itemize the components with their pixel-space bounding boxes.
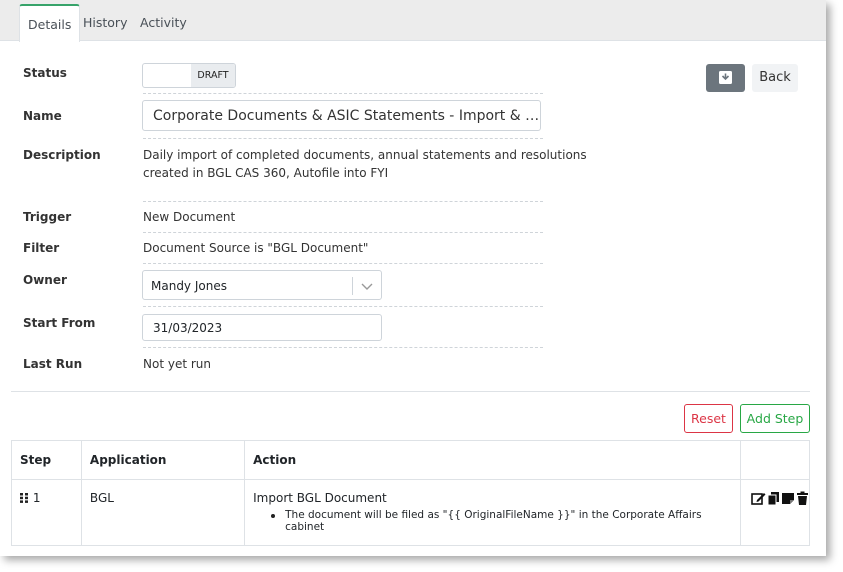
archive-button[interactable] xyxy=(706,64,745,92)
divider xyxy=(143,232,543,233)
copy-icon[interactable] xyxy=(767,491,780,506)
header-action: Action xyxy=(244,440,741,480)
trash-icon[interactable] xyxy=(796,491,809,506)
header-tools xyxy=(740,440,810,480)
archive-icon xyxy=(719,71,732,84)
trigger-value: New Document xyxy=(143,210,236,224)
status-label: Status xyxy=(23,66,67,80)
status-toggle[interactable]: DRAFT xyxy=(142,63,236,88)
description-label: Description xyxy=(23,148,101,162)
reset-button[interactable]: Reset xyxy=(684,404,733,433)
divider xyxy=(143,138,543,139)
header-step: Step xyxy=(11,440,82,480)
divider xyxy=(143,306,543,307)
tools-cell xyxy=(740,479,810,546)
start-from-label: Start From xyxy=(23,316,96,330)
last-run-value: Not yet run xyxy=(143,357,211,371)
tab-history[interactable]: History xyxy=(83,6,127,40)
name-label: Name xyxy=(23,109,62,123)
owner-label: Owner xyxy=(23,273,67,287)
row-actions xyxy=(749,491,809,506)
add-step-button[interactable]: Add Step xyxy=(740,404,810,433)
trigger-label: Trigger xyxy=(23,210,72,224)
table-row: 1 BGL Import BGL Document The document w… xyxy=(11,479,810,546)
description-line-1: Daily import of completed documents, ann… xyxy=(143,148,587,162)
filter-value: Document Source is "BGL Document" xyxy=(143,241,369,255)
divider xyxy=(143,263,543,264)
application-cell: BGL xyxy=(80,479,246,546)
last-run-label: Last Run xyxy=(23,357,83,371)
table-header-row: Step Application Action xyxy=(11,440,810,480)
workflow-details-panel: Details History Activity Status DRAFT Na… xyxy=(0,0,826,556)
filter-label: Filter xyxy=(23,241,60,255)
divider xyxy=(143,201,543,202)
chevron-down-icon[interactable] xyxy=(359,278,375,294)
drag-handle-icon[interactable] xyxy=(20,493,29,503)
divider xyxy=(143,347,543,348)
header-application: Application xyxy=(80,440,246,480)
action-title: Import BGL Document xyxy=(253,491,387,505)
step-number: 1 xyxy=(32,491,41,505)
step-cell: 1 xyxy=(11,479,82,546)
edit-icon[interactable] xyxy=(751,491,766,506)
note-icon[interactable] xyxy=(781,491,795,506)
name-input[interactable]: Corporate Documents & ASIC Statements - … xyxy=(142,100,541,131)
back-button[interactable]: Back xyxy=(752,64,798,92)
tab-activity[interactable]: Activity xyxy=(140,6,187,40)
divider xyxy=(143,93,543,94)
action-detail: The document will be filed as "{{ Origin… xyxy=(285,509,702,533)
owner-select[interactable]: Mandy Jones xyxy=(142,270,382,300)
tab-bar: Details History Activity xyxy=(0,0,826,42)
action-detail-item: The document will be filed as "{{ Origin… xyxy=(253,509,740,533)
action-cell: Import BGL Document The document will be… xyxy=(244,479,741,546)
select-divider xyxy=(352,277,353,295)
tab-details[interactable]: Details xyxy=(19,4,81,42)
owner-selected-value: Mandy Jones xyxy=(151,279,227,293)
description-line-2: created in BGL CAS 360, Autofile into FY… xyxy=(143,166,389,180)
status-badge: DRAFT xyxy=(191,64,235,87)
section-divider xyxy=(11,391,810,392)
start-date-input[interactable]: 31/03/2023 xyxy=(142,314,382,341)
steps-table: Step Application Action 1 BGL Import BGL… xyxy=(11,440,810,546)
